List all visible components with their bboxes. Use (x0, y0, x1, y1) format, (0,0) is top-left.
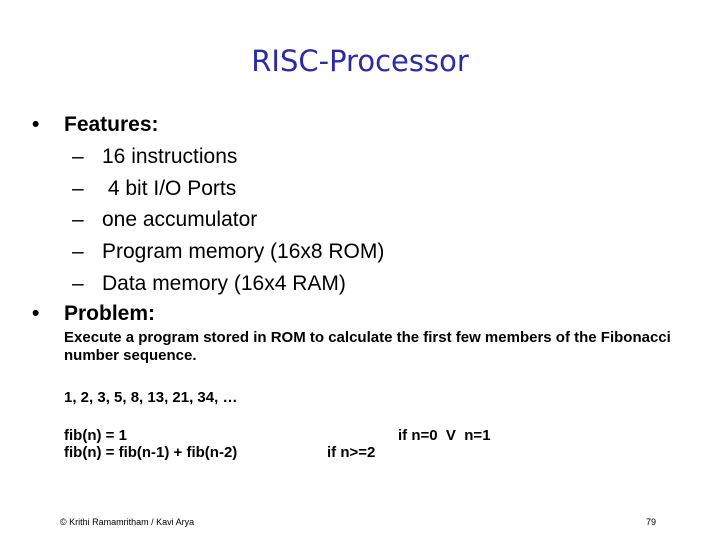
feature-item: – Data memory (16x4 RAM) (72, 272, 346, 296)
fibonacci-sequence: 1, 2, 3, 5, 8, 13, 21, 34, … (64, 389, 238, 406)
dash-marker: – (72, 240, 84, 263)
formula-base: fib(n) = 1 (64, 427, 127, 444)
formula-base-condition: if n=0 V n=1 (398, 427, 491, 444)
dash-marker: – (72, 145, 84, 168)
bullet-marker: • (32, 113, 40, 136)
bullet-marker: • (32, 302, 40, 325)
dash-marker: – (72, 177, 84, 200)
bullet-label: Features: (64, 113, 159, 136)
formula-recursive: fib(n) = fib(n-1) + fib(n-2) (64, 444, 238, 461)
feature-item: –16 instructions (72, 145, 237, 169)
formula-recursive-condition: if n>=2 (327, 444, 376, 461)
dash-marker: – (72, 272, 84, 295)
feature-text: 4 bit I/O Ports (102, 177, 237, 200)
dash-marker: – (72, 208, 84, 231)
feature-item: – one accumulator (72, 208, 257, 232)
bullet-features: • Features: (32, 113, 159, 137)
slide-title: RISC-Processor (251, 44, 469, 78)
problem-description: Execute a program stored in ROM to calcu… (64, 329, 671, 364)
feature-text: one accumulator (102, 208, 258, 231)
feature-item: – Program memory (16x8 ROM) (72, 240, 384, 264)
feature-text: 16 instructions (102, 145, 238, 168)
page-number: 79 (646, 517, 657, 527)
feature-text: Program memory (16x8 ROM) (102, 240, 385, 263)
feature-item: – 4 bit I/O Ports (72, 177, 236, 201)
bullet-problem: • Problem: (32, 302, 155, 326)
footer-copyright: © Krithi Ramamritham / Kavi Arya (60, 517, 195, 527)
feature-text: Data memory (16x4 RAM) (102, 272, 346, 295)
bullet-label: Problem: (64, 302, 156, 325)
